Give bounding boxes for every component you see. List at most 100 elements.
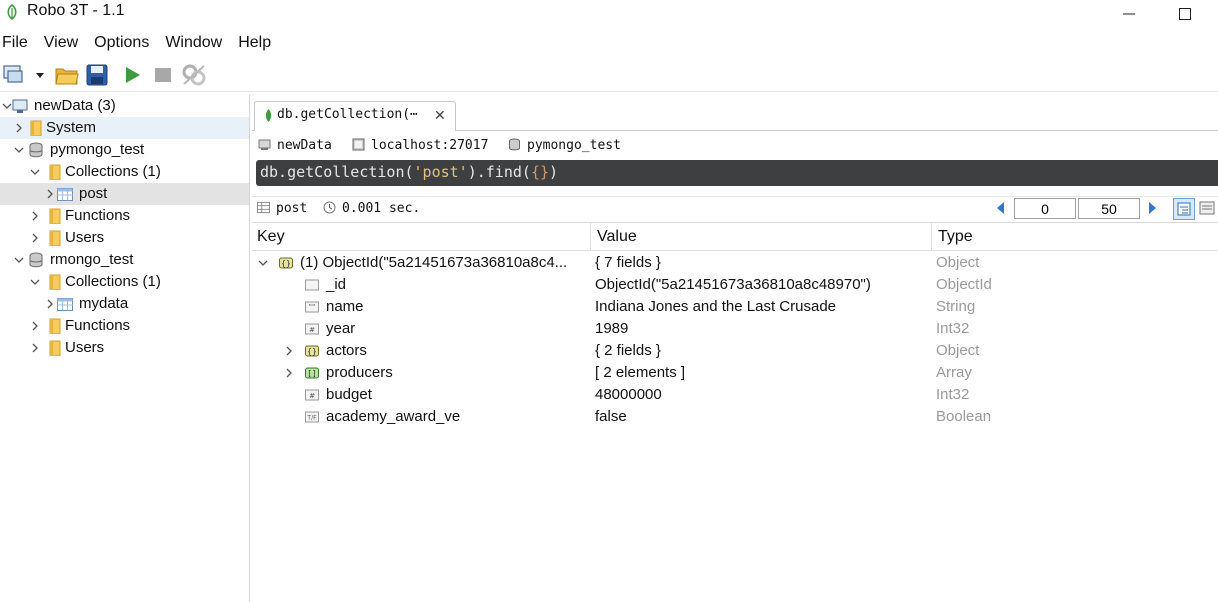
query-suffix: ) — [549, 163, 559, 181]
folder-icon — [49, 230, 61, 246]
field-row-year[interactable]: # year 1989 Int32 — [252, 318, 1218, 340]
menu-view[interactable]: View — [42, 31, 86, 55]
page-prev-arrow-icon[interactable] — [996, 202, 1006, 214]
stop-button[interactable] — [151, 62, 175, 88]
skip-input[interactable] — [1014, 198, 1076, 219]
title-bar: Robo 3T - 1.1 — [0, 0, 1218, 27]
tree-mode-button[interactable] — [1173, 198, 1195, 220]
text-view-icon — [1199, 201, 1215, 215]
tree-item-users-pymongo[interactable]: Users — [0, 227, 249, 249]
tree-item-label: Functions — [65, 207, 131, 224]
field-row-actors[interactable]: {} actors { 2 fields } Object — [252, 340, 1218, 362]
open-button[interactable] — [54, 62, 80, 88]
tree-item-rmongo-test[interactable]: rmongo_test — [0, 249, 249, 271]
tree-item-functions-rmongo[interactable]: Functions — [0, 315, 249, 337]
folder-icon — [49, 208, 61, 224]
field-row-id[interactable]: _id ObjectId("5a21451673a36810a8c48970") O… — [252, 274, 1218, 296]
chevron-right-icon[interactable] — [45, 299, 55, 309]
info-database: pymongo_test — [508, 138, 621, 153]
menu-help[interactable]: Help — [236, 31, 279, 55]
text-mode-button[interactable] — [1198, 198, 1218, 220]
expander-right-icon[interactable] — [284, 346, 294, 356]
chevron-right-icon[interactable] — [45, 189, 55, 199]
query-find: ).find( — [467, 163, 531, 181]
chevron-right-icon[interactable] — [14, 123, 24, 133]
info-host: localhost:27017 — [352, 138, 488, 153]
column-divider[interactable] — [590, 223, 591, 251]
connect-button[interactable] — [2, 62, 46, 88]
svg-text:[]: [] — [307, 369, 317, 378]
tree-item-label: newData (3) — [34, 97, 116, 114]
cell-type: Boolean — [936, 408, 992, 425]
tree-item-collections-rmongo[interactable]: Collections (1) — [0, 271, 249, 293]
chevron-down-icon[interactable] — [14, 145, 24, 155]
save-button[interactable] — [85, 62, 109, 88]
cell-type: Object — [936, 254, 980, 271]
field-row-academy-award[interactable]: T/F academy_award_ve false Boolean — [252, 406, 1218, 428]
array-icon: [] — [305, 367, 319, 379]
chevron-down-icon[interactable] — [30, 167, 40, 177]
document-row[interactable]: {} (1) ObjectId("5a21451673a36810a8c4... {… — [252, 252, 1218, 274]
result-bar: post 0.001 sec. — [252, 196, 1218, 220]
tab-query[interactable]: db.getCollection(⋯ ✕ — [254, 101, 456, 131]
cell-key: _id — [326, 276, 347, 293]
result-time: 0.001 sec. — [323, 201, 420, 216]
chevron-down-icon[interactable] — [14, 255, 24, 265]
server-icon — [12, 99, 28, 113]
tab-bar: db.getCollection(⋯ ✕ — [252, 99, 1218, 131]
folder-icon — [49, 318, 61, 334]
tree-item-collections-pymongo[interactable]: Collections (1) — [0, 161, 249, 183]
mongo-leaf-icon — [265, 109, 272, 122]
tree-item-post[interactable]: post — [0, 183, 249, 205]
tree-item-label: Functions — [65, 317, 131, 334]
maximize-icon — [1179, 7, 1191, 20]
field-row-name[interactable]: "" name Indiana Jones and the Last Crusade… — [252, 296, 1218, 318]
chevron-right-icon[interactable] — [30, 233, 40, 243]
query-collection-arg: 'post' — [413, 163, 468, 181]
toolbar — [0, 56, 1218, 92]
expander-right-icon[interactable] — [284, 368, 294, 378]
database-icon — [509, 138, 520, 151]
chevron-right-icon[interactable] — [30, 321, 40, 331]
window-title: Robo 3T - 1.1 — [27, 2, 125, 19]
tree-item-label: rmongo_test — [50, 251, 134, 268]
minimize-button[interactable] — [1106, 0, 1152, 27]
menu-window[interactable]: Window — [163, 31, 230, 55]
column-header-key[interactable]: Key — [257, 228, 285, 246]
column-header-value[interactable]: Value — [597, 228, 637, 246]
field-row-producers[interactable]: [] producers [ 2 elements ] Array — [252, 362, 1218, 384]
chevron-down-icon[interactable] — [30, 277, 40, 287]
maximize-button[interactable] — [1162, 0, 1208, 27]
cell-type: ObjectId — [936, 276, 992, 293]
column-header-type[interactable]: Type — [938, 228, 973, 246]
execute-button[interactable] — [120, 62, 144, 88]
tree-item-users-rmongo[interactable]: Users — [0, 337, 249, 359]
tree-item-system[interactable]: System — [0, 117, 249, 139]
menu-file[interactable]: File — [0, 31, 36, 55]
tree-item-functions-pymongo[interactable]: Functions — [0, 205, 249, 227]
menu-options[interactable]: Options — [92, 31, 157, 55]
collection-icon — [57, 298, 73, 311]
tab-close-button[interactable]: ✕ — [434, 107, 446, 124]
limit-input[interactable] — [1078, 198, 1140, 219]
tree-item-newdata[interactable]: newData (3) — [0, 95, 249, 117]
cell-type: Int32 — [936, 386, 970, 403]
objectid-icon — [305, 279, 319, 291]
tree-item-mydata[interactable]: mydata — [0, 293, 249, 315]
page-next-arrow-icon[interactable] — [1147, 202, 1157, 214]
chevron-down-icon[interactable] — [2, 101, 12, 111]
column-divider[interactable] — [931, 223, 932, 251]
chevron-right-icon[interactable] — [30, 211, 40, 221]
query-editor[interactable]: db.getCollection('post').find({}) — [256, 160, 1218, 186]
info-connection: newData — [258, 138, 332, 153]
gear-tools-icon — [182, 64, 206, 86]
collection-icon — [257, 201, 270, 214]
folder-icon — [49, 274, 61, 290]
cell-key: actors — [326, 342, 367, 359]
database-icon — [29, 252, 43, 268]
expander-down-icon[interactable] — [258, 258, 268, 268]
shell-tools-button[interactable] — [180, 62, 208, 88]
field-row-budget[interactable]: # budget 48000000 Int32 — [252, 384, 1218, 406]
chevron-right-icon[interactable] — [30, 343, 40, 353]
tree-item-pymongo-test[interactable]: pymongo_test — [0, 139, 249, 161]
